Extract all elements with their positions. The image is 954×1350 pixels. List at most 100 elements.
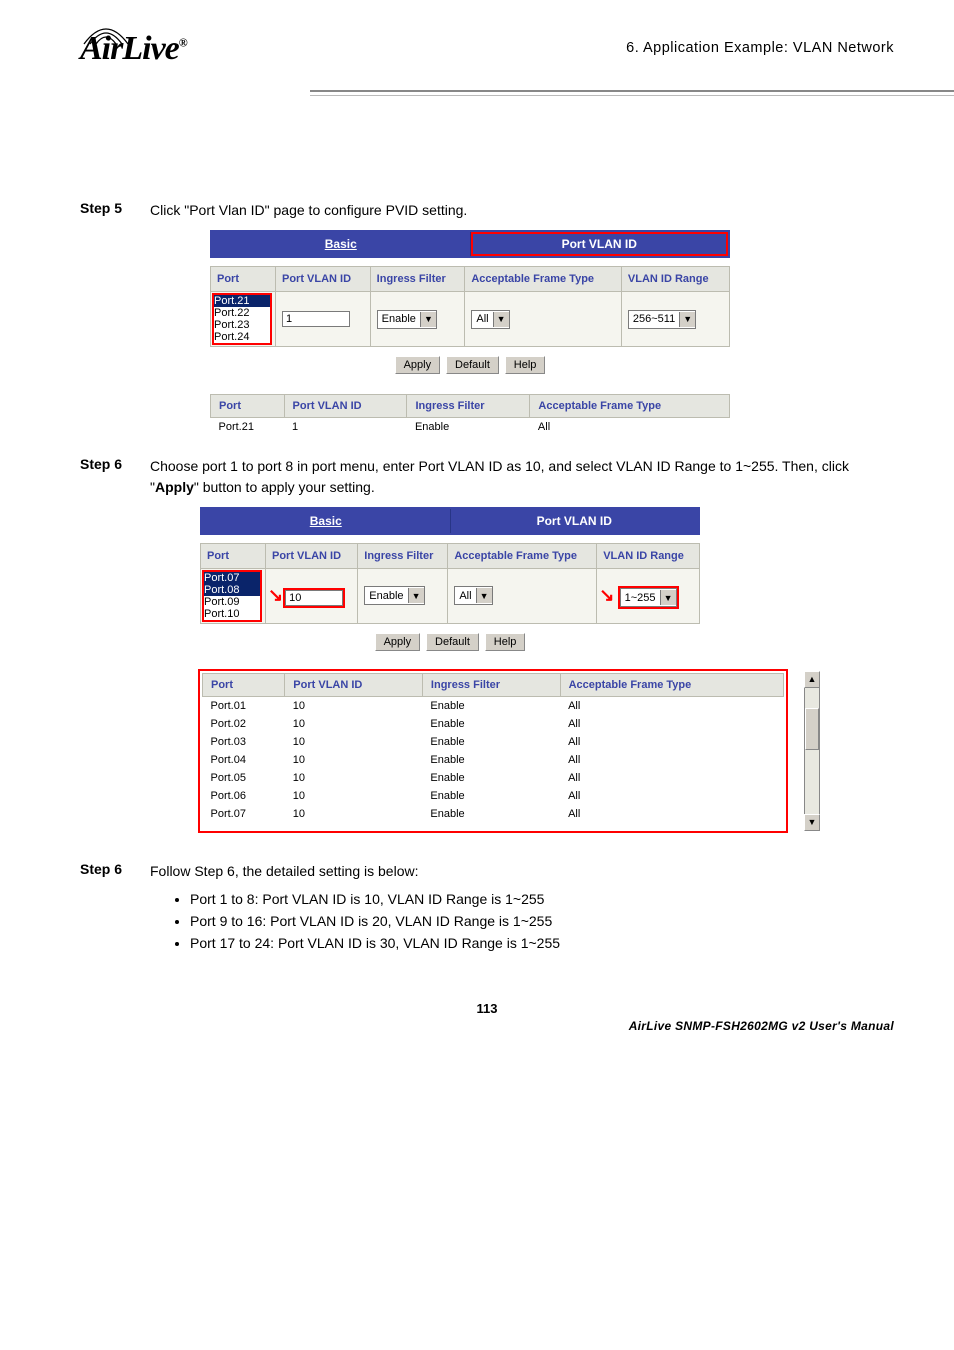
ingress-select[interactable]: Enable ▼	[364, 586, 424, 605]
table-row: Port.0710EnableAll	[203, 805, 784, 823]
cell-aft: All	[530, 418, 730, 437]
help-button[interactable]: Help	[485, 633, 526, 651]
table-row: Port.0410EnableAll	[203, 751, 784, 769]
logo-reg: ®	[179, 36, 187, 50]
aft-select[interactable]: All ▼	[454, 586, 492, 605]
list-item[interactable]: Port.08	[204, 584, 260, 596]
scroll-track[interactable]	[804, 688, 820, 814]
list-item[interactable]: Port.24	[214, 331, 270, 343]
step-5-label: Step 5	[80, 200, 150, 220]
cell-ing: Enable	[422, 751, 560, 769]
cell-aft: All	[560, 696, 783, 715]
chevron-down-icon: ▼	[420, 312, 436, 327]
col-aft: Acceptable Frame Type	[560, 673, 783, 696]
col-port: Port	[211, 267, 276, 292]
step6-status-table: Port Port VLAN ID Ingress Filter Accepta…	[202, 673, 784, 823]
cell-pvid: 10	[285, 805, 423, 823]
cell-aft: All	[560, 769, 783, 787]
ingress-select[interactable]: Enable ▼	[377, 310, 437, 329]
cell-pvid: 10	[285, 715, 423, 733]
cell-port: Port.01	[203, 696, 285, 715]
cell-pvid: 10	[285, 769, 423, 787]
port-select-list[interactable]: Port.07 Port.08 Port.09 Port.10	[203, 571, 261, 621]
apply-word: Apply	[155, 479, 194, 495]
list-item[interactable]: Port.21	[214, 295, 270, 307]
apply-button[interactable]: Apply	[395, 356, 441, 374]
cell-ing: Enable	[422, 715, 560, 733]
step-6a-text: Choose port 1 to port 8 in port menu, en…	[150, 456, 894, 497]
scroll-thumb[interactable]	[805, 708, 819, 750]
port-select-list[interactable]: Port.21 Port.22 Port.23 Port.24	[213, 294, 271, 344]
list-item[interactable]: Port.07	[204, 572, 260, 584]
pvid-input[interactable]	[282, 311, 350, 327]
cell-port: Port.21	[211, 418, 285, 437]
col-ing: Ingress Filter	[407, 395, 530, 418]
apply-button[interactable]: Apply	[375, 633, 421, 651]
table-row: Port.0110EnableAll	[203, 696, 784, 715]
page-footer: 113 AirLive SNMP-FSH2602MG v2 User's Man…	[80, 1001, 894, 1016]
default-button[interactable]: Default	[426, 633, 479, 651]
step6-config-table: Port Port VLAN ID Ingress Filter Accepta…	[200, 543, 700, 624]
col-range: VLAN ID Range	[597, 543, 700, 568]
cell-port: Port.05	[203, 769, 285, 787]
step-6a-post: " button to apply your setting.	[194, 479, 375, 495]
cell-pvid: 10	[285, 751, 423, 769]
cell-port: Port.07	[203, 805, 285, 823]
table-row: Port.0210EnableAll	[203, 715, 784, 733]
aft-value: All	[455, 590, 475, 602]
tab-basic[interactable]: Basic	[212, 232, 471, 256]
tab-port-vlan-id[interactable]: Port VLAN ID	[451, 509, 699, 533]
list-item[interactable]: Port.09	[204, 596, 260, 608]
bullet-item: Port 9 to 16: Port VLAN ID is 20, VLAN I…	[190, 913, 894, 929]
step5-status-table: Port Port VLAN ID Ingress Filter Accepta…	[210, 394, 730, 436]
list-item[interactable]: Port.23	[214, 319, 270, 331]
col-ingress: Ingress Filter	[358, 543, 448, 568]
table-row: Port.0510EnableAll	[203, 769, 784, 787]
chevron-down-icon: ▼	[476, 588, 492, 603]
table-row: Port.0610EnableAll	[203, 787, 784, 805]
scroll-up-icon[interactable]: ▲	[804, 671, 820, 688]
logo: AirLive®	[80, 30, 187, 68]
chevron-down-icon: ▼	[660, 590, 676, 605]
aft-select[interactable]: All ▼	[471, 310, 509, 329]
range-value: 256~511	[629, 313, 679, 325]
tab-basic[interactable]: Basic	[202, 509, 451, 533]
step5-config-table: Port Port VLAN ID Ingress Filter Accepta…	[210, 266, 730, 347]
help-button[interactable]: Help	[505, 356, 546, 374]
cell-port: Port.04	[203, 751, 285, 769]
chapter-label: 6. Application Example: VLAN Network	[626, 40, 894, 56]
table-row: Port.0310EnableAll	[203, 733, 784, 751]
manual-title: AirLive SNMP-FSH2602MG v2 User's Manual	[629, 1019, 894, 1033]
aft-value: All	[472, 313, 492, 325]
scroll-down-icon[interactable]: ▼	[804, 814, 820, 831]
step5-config-panel: Basic Port VLAN ID Port Port VLAN ID Ing…	[210, 230, 730, 436]
col-aft: Acceptable Frame Type	[448, 543, 597, 568]
list-item[interactable]: Port.22	[214, 307, 270, 319]
cell-ing: Enable	[422, 787, 560, 805]
tab-port-vlan-id[interactable]: Port VLAN ID	[471, 232, 729, 256]
step-6a: Step 6 Choose port 1 to port 8 in port m…	[80, 456, 894, 497]
list-item[interactable]: Port.10	[204, 608, 260, 620]
cell-ing: Enable	[422, 696, 560, 715]
range-select[interactable]: 256~511 ▼	[628, 310, 696, 329]
step6-status-table-wrap: Port Port VLAN ID Ingress Filter Accepta…	[200, 671, 786, 831]
page-header: AirLive® 6. Application Example: VLAN Ne…	[80, 30, 894, 100]
bullet-item: Port 17 to 24: Port VLAN ID is 30, VLAN …	[190, 935, 894, 951]
default-button[interactable]: Default	[446, 356, 499, 374]
pvid-input[interactable]	[285, 590, 343, 606]
step6-config-panel: Basic Port VLAN ID Port Port VLAN ID Ing…	[200, 507, 700, 651]
col-pvid: Port VLAN ID	[276, 267, 371, 292]
cell-ing: Enable	[422, 769, 560, 787]
ingress-value: Enable	[378, 313, 420, 325]
cell-ing: Enable	[422, 733, 560, 751]
cell-port: Port.03	[203, 733, 285, 751]
range-select[interactable]: 1~255 ▼	[620, 588, 677, 607]
cell-pvid: 1	[284, 418, 407, 437]
scrollbar[interactable]: ▲ ▼	[804, 671, 820, 831]
red-arrow-icon: ↘	[268, 585, 283, 605]
step-5: Step 5 Click "Port Vlan ID" page to conf…	[80, 200, 894, 220]
wifi-icon	[82, 22, 130, 46]
red-arrow-icon: ↘	[599, 585, 614, 605]
col-port: Port	[203, 673, 285, 696]
col-ingress: Ingress Filter	[370, 267, 465, 292]
